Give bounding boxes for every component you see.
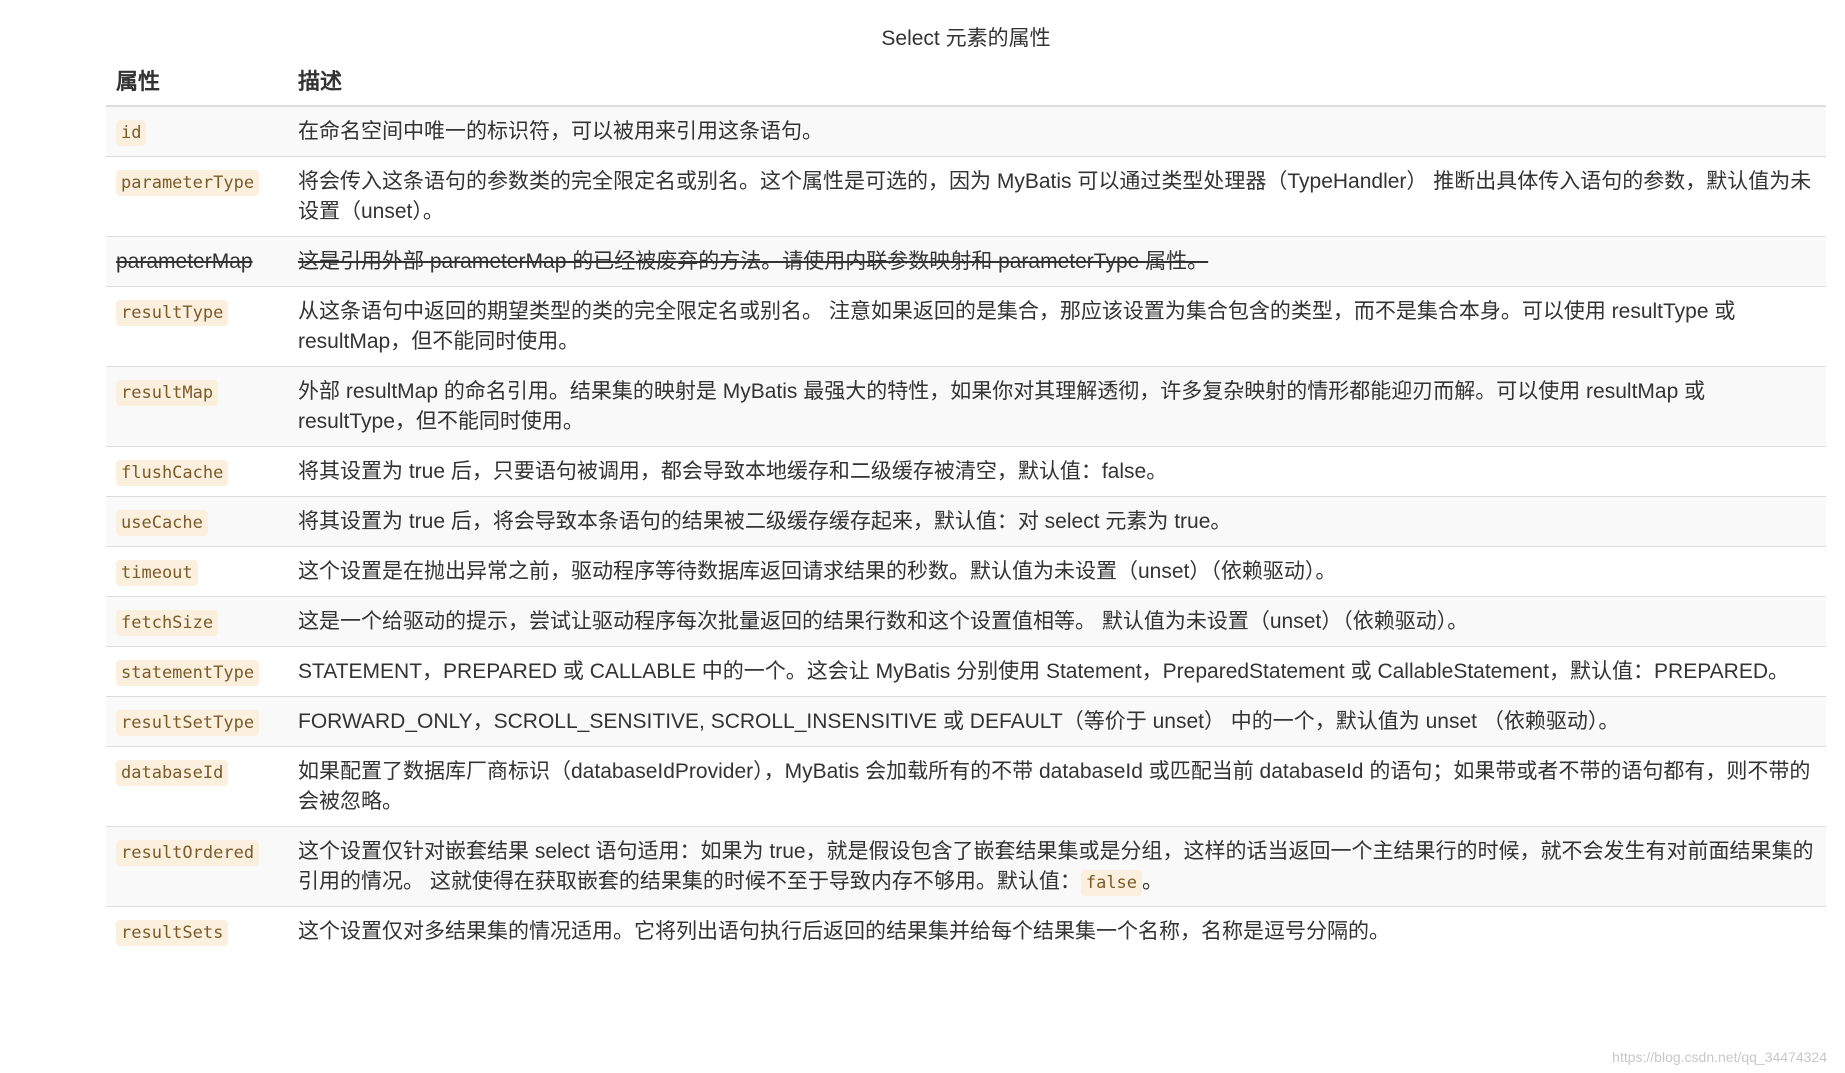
inline-code-default: false [1080, 870, 1143, 896]
attr-cell: fetchSize [106, 596, 288, 647]
desc-cell: 这是一个给驱动的提示，尝试让驱动程序每次批量返回的结果行数和这个设置值相等。 默… [288, 596, 1826, 647]
attr-name: statementType [116, 660, 260, 686]
table-row: fetchSize 这是一个给驱动的提示，尝试让驱动程序每次批量返回的结果行数和… [106, 596, 1826, 647]
select-attributes-table: 属性 描述 id 在命名空间中唯一的标识符，可以被用来引用这条语句。 param… [106, 58, 1826, 956]
attr-name: timeout [116, 560, 198, 586]
table-row: resultOrdered 这个设置仅针对嵌套结果 select 语句适用：如果… [106, 826, 1826, 907]
table-row: id 在命名空间中唯一的标识符，可以被用来引用这条语句。 [106, 105, 1826, 157]
header-description: 描述 [288, 58, 1826, 107]
table-header-row: 属性 描述 [106, 58, 1826, 107]
attr-cell: resultSetType [106, 696, 288, 747]
attr-name: useCache [116, 510, 208, 536]
desc-cell: 这个设置是在抛出异常之前，驱动程序等待数据库返回请求结果的秒数。默认值为未设置（… [288, 546, 1826, 597]
table-caption: Select 元素的属性 [881, 27, 1051, 50]
table-row: timeout 这个设置是在抛出异常之前，驱动程序等待数据库返回请求结果的秒数。… [106, 546, 1826, 597]
attr-cell: databaseId [106, 746, 288, 827]
desc-text: 这个设置仅针对嵌套结果 select 语句适用：如果为 true，就是假设包含了… [298, 840, 1814, 893]
desc-cell: 将其设置为 true 后，只要语句被调用，都会导致本地缓存和二级缓存被清空，默认… [288, 446, 1826, 497]
attr-name: flushCache [116, 460, 229, 486]
attr-cell: resultType [106, 286, 288, 367]
attr-cell: resultOrdered [106, 826, 288, 907]
table-row: parameterType 将会传入这条语句的参数类的完全限定名或别名。这个属性… [106, 156, 1826, 237]
attr-cell: resultMap [106, 366, 288, 447]
attr-cell: parameterType [106, 156, 288, 237]
attr-name: resultType [116, 300, 229, 326]
attr-name: resultSets [116, 920, 229, 946]
attr-name: id [116, 120, 147, 146]
desc-deprecated: 这是引用外部 parameterMap 的已经被废弃的方法。请使用内联参数映射和… [298, 250, 1209, 273]
desc-cell: 在命名空间中唯一的标识符，可以被用来引用这条语句。 [288, 105, 1826, 157]
attr-name: resultMap [116, 380, 219, 406]
table-row: resultSetType FORWARD_ONLY，SCROLL_SENSIT… [106, 696, 1826, 747]
desc-cell: FORWARD_ONLY，SCROLL_SENSITIVE, SCROLL_IN… [288, 696, 1826, 747]
desc-cell: 将其设置为 true 后，将会导致本条语句的结果被二级缓存缓存起来，默认值：对 … [288, 496, 1826, 547]
attr-name: resultOrdered [116, 840, 260, 866]
attr-name: databaseId [116, 760, 229, 786]
desc-cell: 如果配置了数据库厂商标识（databaseIdProvider），MyBatis… [288, 746, 1826, 827]
desc-cell: 这个设置仅针对嵌套结果 select 语句适用：如果为 true，就是假设包含了… [288, 826, 1826, 907]
table-row: resultType 从这条语句中返回的期望类型的类的完全限定名或别名。 注意如… [106, 286, 1826, 367]
table-row: useCache 将其设置为 true 后，将会导致本条语句的结果被二级缓存缓存… [106, 496, 1826, 547]
desc-cell: STATEMENT，PREPARED 或 CALLABLE 中的一个。这会让 M… [288, 646, 1826, 697]
attr-name: resultSetType [116, 710, 260, 736]
table-row: flushCache 将其设置为 true 后，只要语句被调用，都会导致本地缓存… [106, 446, 1826, 497]
desc-cell: 这是引用外部 parameterMap 的已经被废弃的方法。请使用内联参数映射和… [288, 236, 1826, 287]
attr-cell: id [106, 105, 288, 157]
desc-cell: 这个设置仅对多结果集的情况适用。它将列出语句执行后返回的结果集并给每个结果集一个… [288, 906, 1826, 956]
table-row-deprecated: parameterMap 这是引用外部 parameterMap 的已经被废弃的… [106, 236, 1826, 287]
desc-cell: 将会传入这条语句的参数类的完全限定名或别名。这个属性是可选的，因为 MyBati… [288, 156, 1826, 237]
desc-cell: 从这条语句中返回的期望类型的类的完全限定名或别名。 注意如果返回的是集合，那应该… [288, 286, 1826, 367]
attr-name-deprecated: parameterMap [116, 250, 253, 273]
watermark-url: https://blog.csdn.net/qq_34474324 [1612, 1049, 1827, 1065]
attr-name: fetchSize [116, 610, 219, 636]
attr-name: parameterType [116, 170, 260, 196]
table-row: resultMap 外部 resultMap 的命名引用。结果集的映射是 MyB… [106, 366, 1826, 447]
desc-tail: 。 [1142, 870, 1164, 893]
attr-cell: parameterMap [106, 236, 288, 287]
attr-cell: resultSets [106, 906, 288, 956]
attr-cell: statementType [106, 646, 288, 697]
attr-cell: timeout [106, 546, 288, 597]
table-row: databaseId 如果配置了数据库厂商标识（databaseIdProvid… [106, 746, 1826, 827]
attr-cell: useCache [106, 496, 288, 547]
header-attribute: 属性 [106, 58, 288, 107]
attr-cell: flushCache [106, 446, 288, 497]
table-row: statementType STATEMENT，PREPARED 或 CALLA… [106, 646, 1826, 697]
desc-cell: 外部 resultMap 的命名引用。结果集的映射是 MyBatis 最强大的特… [288, 366, 1826, 447]
table-row: resultSets 这个设置仅对多结果集的情况适用。它将列出语句执行后返回的结… [106, 906, 1826, 956]
